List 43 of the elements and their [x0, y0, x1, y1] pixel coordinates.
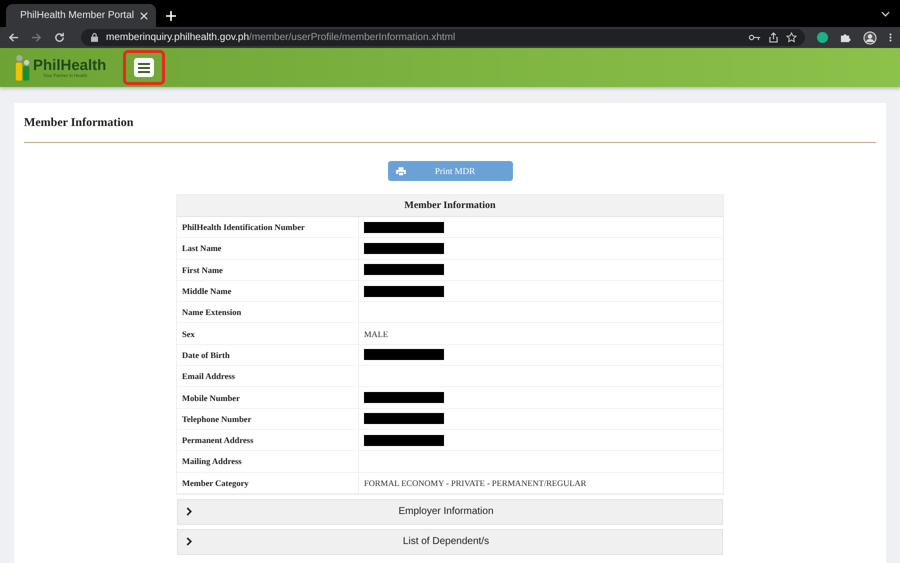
lock-icon	[91, 33, 98, 42]
forward-icon[interactable]	[31, 32, 42, 43]
new-tab-icon[interactable]	[166, 11, 176, 21]
extension-icon[interactable]	[817, 32, 828, 43]
back-icon[interactable]	[8, 32, 19, 43]
accordion-header[interactable]: Employer Information	[177, 498, 723, 525]
address-field[interactable]: memberinquiry.philhealth.gov.ph/member/userProfile/memberInformation.xhtml	[81, 29, 805, 46]
table-header: Member Information	[177, 195, 723, 217]
chevron-down-icon[interactable]	[881, 11, 890, 17]
people-logo-icon	[14, 52, 32, 82]
field-label: Telephone Number	[177, 408, 359, 429]
field-label: First Name	[177, 260, 359, 280]
field-label: Permanent Address	[177, 430, 359, 450]
key-icon[interactable]	[749, 34, 761, 41]
browser-tab[interactable]: PhilHealth Member Portal	[6, 4, 156, 27]
logo-text: PhilHealth	[33, 58, 106, 72]
chevron-icon	[186, 507, 192, 516]
printer-icon	[396, 166, 406, 176]
puzzle-icon[interactable]	[840, 32, 851, 43]
field-label: PhilHealth Identification Number	[177, 217, 359, 238]
page-title: Member Information	[24, 114, 134, 131]
more-icon[interactable]	[889, 32, 892, 43]
field-label: Last Name	[177, 238, 359, 259]
field-label: Member Category	[177, 472, 359, 493]
field-label: Email Address	[177, 366, 359, 386]
field-value: MALE	[363, 328, 390, 341]
tab-title: PhilHealth Member Portal	[20, 10, 134, 21]
field-label: Middle Name	[177, 280, 359, 302]
menu-icon	[138, 62, 150, 72]
share-icon[interactable]	[769, 32, 778, 43]
chevron-icon	[186, 537, 192, 546]
field-label: Sex	[177, 323, 359, 344]
profile-icon[interactable]	[863, 30, 877, 44]
field-label: Date of Birth	[177, 344, 359, 366]
field-label: Mobile Number	[177, 387, 359, 408]
menu-button[interactable]	[134, 58, 154, 77]
field-value: FORMAL ECONOMY - PRIVATE - PERMANENT/REGULAR	[363, 476, 588, 490]
field-label: Mailing Address	[177, 451, 359, 472]
close-icon[interactable]	[140, 12, 148, 20]
reload-icon[interactable]	[54, 32, 65, 43]
field-label: Name Extension	[177, 302, 359, 322]
accordion-header[interactable]: List of Dependent/s	[177, 528, 723, 555]
star-icon[interactable]	[786, 32, 797, 43]
